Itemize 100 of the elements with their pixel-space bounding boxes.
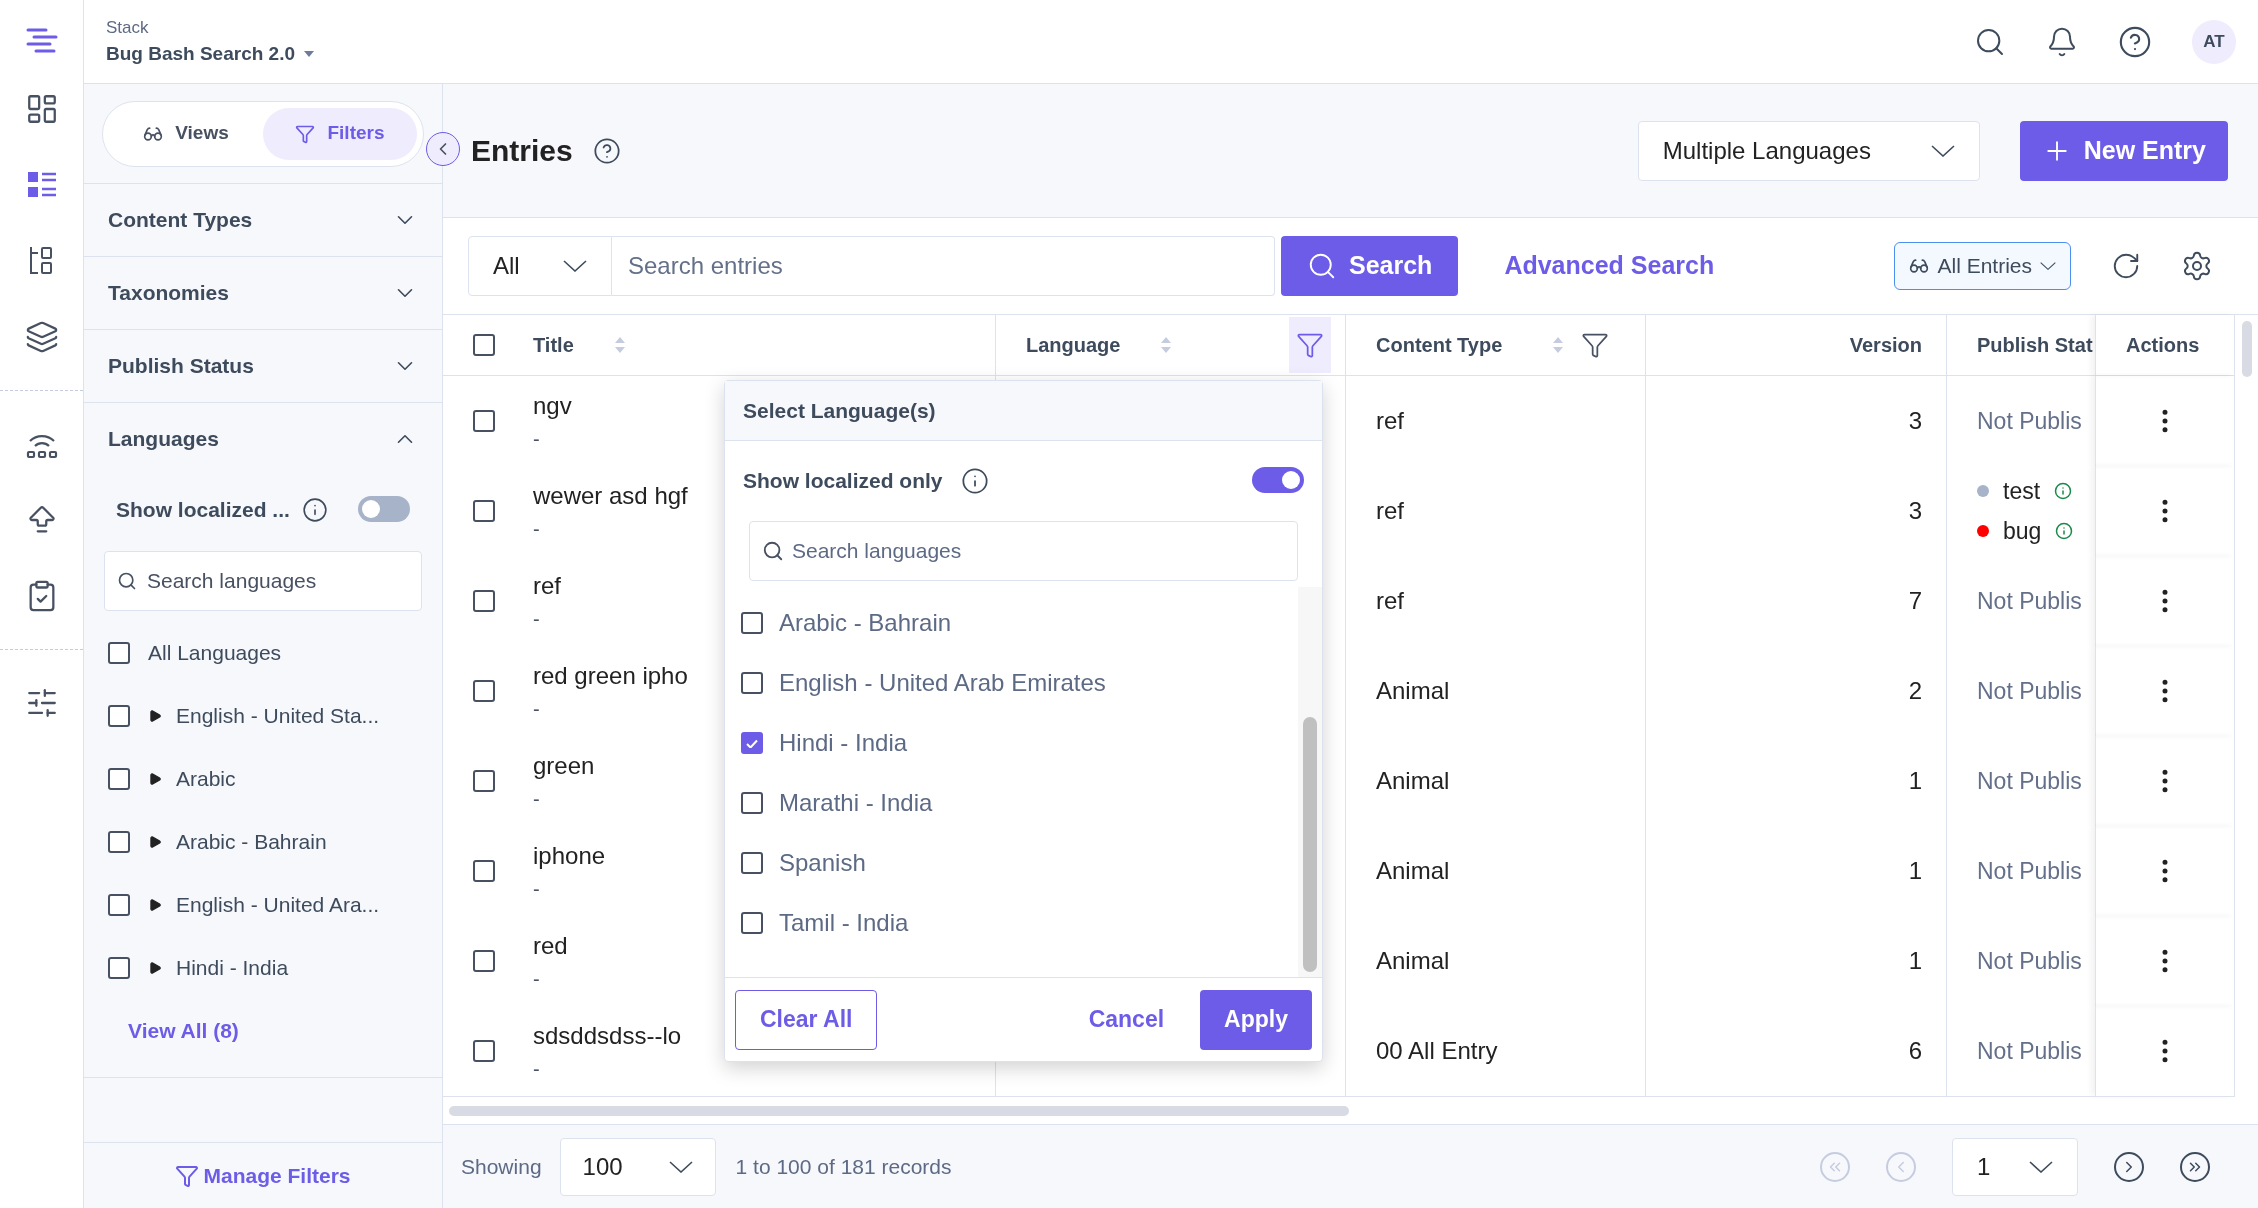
view-all-link[interactable]: View All (8) [128, 1015, 422, 1047]
filter-panel-tab[interactable]: Filters [263, 107, 417, 160]
language-checkbox[interactable] [741, 912, 763, 934]
user-avatar[interactable]: AT [2192, 19, 2236, 64]
toggle-switch[interactable] [1252, 466, 1304, 493]
cancel-button[interactable]: Cancel [1064, 989, 1189, 1050]
row-checkbox[interactable] [473, 770, 495, 792]
language-checkbox[interactable] [108, 641, 130, 664]
search-entries-field[interactable]: Search entries [612, 236, 1275, 296]
language-checkbox[interactable] [108, 956, 130, 979]
filter-section-header[interactable]: Taxonomies [84, 257, 442, 329]
language-checkbox[interactable] [108, 893, 130, 916]
content-type-cell-text: Animal [1376, 766, 1450, 796]
notifications-icon[interactable] [2046, 25, 2078, 58]
language-checkbox[interactable] [741, 732, 763, 754]
language-option[interactable]: English - United Arab Emirates [779, 665, 1106, 701]
row-checkbox[interactable] [473, 590, 495, 612]
filter-section-header[interactable]: Languages [84, 403, 442, 475]
column-header: Publish Stat [1977, 333, 2093, 358]
expand-triangle-icon[interactable] [148, 960, 162, 975]
filter-panel-tab[interactable]: Views [109, 107, 263, 160]
entry-title[interactable]: ngv [533, 388, 572, 424]
row-checkbox[interactable] [473, 950, 495, 972]
row-checkbox[interactable] [473, 1040, 495, 1062]
language-checkbox[interactable] [741, 852, 763, 874]
new-entry-button[interactable]: New Entry [2019, 120, 2228, 181]
language-checkbox[interactable] [108, 830, 130, 853]
select-all-checkbox[interactable] [473, 334, 495, 356]
horizontal-scrollbar-thumb[interactable] [449, 1105, 1349, 1116]
language-option[interactable]: English - United Sta... [148, 699, 380, 732]
clear-all-button[interactable]: Clear All [735, 989, 878, 1050]
entry-title[interactable]: ref [533, 568, 561, 604]
advanced-search-link[interactable]: Advanced Search [1504, 247, 1715, 285]
version-cell-text: 1 [1908, 766, 1922, 796]
language-checkbox[interactable] [741, 612, 763, 634]
language-checkbox[interactable] [741, 792, 763, 814]
row-checkbox[interactable] [473, 680, 495, 702]
content-type-cell-text: ref [1376, 586, 1404, 616]
info-icon[interactable] [301, 497, 328, 523]
entry-title[interactable]: sdsddsdss--lo [533, 1018, 682, 1054]
search-button[interactable]: Search [1281, 236, 1459, 296]
language-checkbox[interactable] [741, 672, 763, 694]
search-field[interactable]: Search languages [749, 521, 1298, 581]
expand-triangle-icon[interactable] [148, 897, 162, 912]
expand-triangle-icon[interactable] [148, 834, 162, 849]
page-select[interactable]: 1 [1952, 1137, 2078, 1196]
info-icon[interactable] [2054, 481, 2073, 500]
entry-title[interactable]: red [533, 928, 568, 964]
language-select[interactable]: Multiple Languages [1637, 120, 1980, 181]
scope-select[interactable]: All [468, 236, 612, 296]
scrollbar-thumb[interactable] [1303, 717, 1317, 972]
filter-section-header[interactable]: Content Types [84, 184, 442, 256]
publish-status: Not Publis [1977, 586, 2082, 616]
language-option[interactable]: Hindi - India [148, 951, 289, 984]
info-icon[interactable] [2055, 522, 2074, 541]
last-page-button[interactable] [2180, 1151, 2210, 1182]
toggle-switch[interactable] [358, 495, 410, 522]
language-option[interactable]: Tamil - India [779, 905, 909, 941]
column-header[interactable]: Language [1026, 330, 1173, 360]
settings-icon[interactable] [2181, 250, 2213, 282]
entry-title[interactable]: wewer asd hgf [533, 478, 688, 514]
language-checkbox[interactable] [108, 704, 130, 727]
page-size-select[interactable]: 100 [559, 1137, 716, 1196]
language-option[interactable]: Spanish [779, 845, 866, 881]
language-option[interactable]: Arabic [148, 762, 236, 795]
manage-filters-button[interactable]: Manage Filters [175, 1159, 351, 1192]
version-cell-text: 3 [1908, 496, 1922, 526]
language-option[interactable]: Marathi - India [779, 785, 933, 821]
row-checkbox[interactable] [473, 500, 495, 522]
search-field[interactable]: Search languages [104, 551, 422, 611]
language-checkbox[interactable] [108, 767, 130, 790]
collapse-panel-button[interactable] [426, 132, 460, 166]
view-select[interactable]: All Entries [1894, 242, 2071, 290]
expand-triangle-icon[interactable] [148, 708, 162, 723]
language-option[interactable]: All Languages [148, 636, 282, 669]
entry-title[interactable]: iphone [533, 838, 606, 874]
row-checkbox[interactable] [473, 410, 495, 432]
language-option[interactable]: English - United Ara... [148, 888, 380, 921]
filter-section-header[interactable]: Publish Status [84, 330, 442, 402]
language-option[interactable]: Arabic - Bahrain [148, 825, 327, 858]
entry-title[interactable]: red green ipho [533, 658, 688, 694]
help-icon[interactable] [2118, 24, 2152, 59]
entry-title[interactable]: green [533, 748, 595, 784]
refresh-icon[interactable] [2111, 251, 2141, 281]
column-filter-button[interactable] [1289, 317, 1331, 373]
entry-subtitle: - [533, 697, 541, 722]
column-header[interactable]: Title [533, 330, 626, 360]
next-page-button[interactable] [2114, 1151, 2144, 1182]
language-option[interactable]: Arabic - Bahrain [779, 605, 952, 641]
entry-subtitle: - [533, 427, 541, 452]
row-checkbox[interactable] [473, 860, 495, 882]
expand-triangle-icon[interactable] [148, 771, 162, 786]
stack-switcher[interactable]: Bug Bash Search 2.0 [106, 40, 316, 69]
column-header[interactable]: Content Type [1376, 330, 1565, 360]
language-option[interactable]: Hindi - India [779, 725, 908, 761]
info-icon[interactable] [960, 467, 989, 495]
help-icon[interactable] [592, 136, 621, 165]
layers-icon[interactable] [24, 320, 59, 354]
vertical-scrollbar-thumb[interactable] [2241, 321, 2252, 377]
apply-button[interactable]: Apply [1200, 989, 1312, 1050]
